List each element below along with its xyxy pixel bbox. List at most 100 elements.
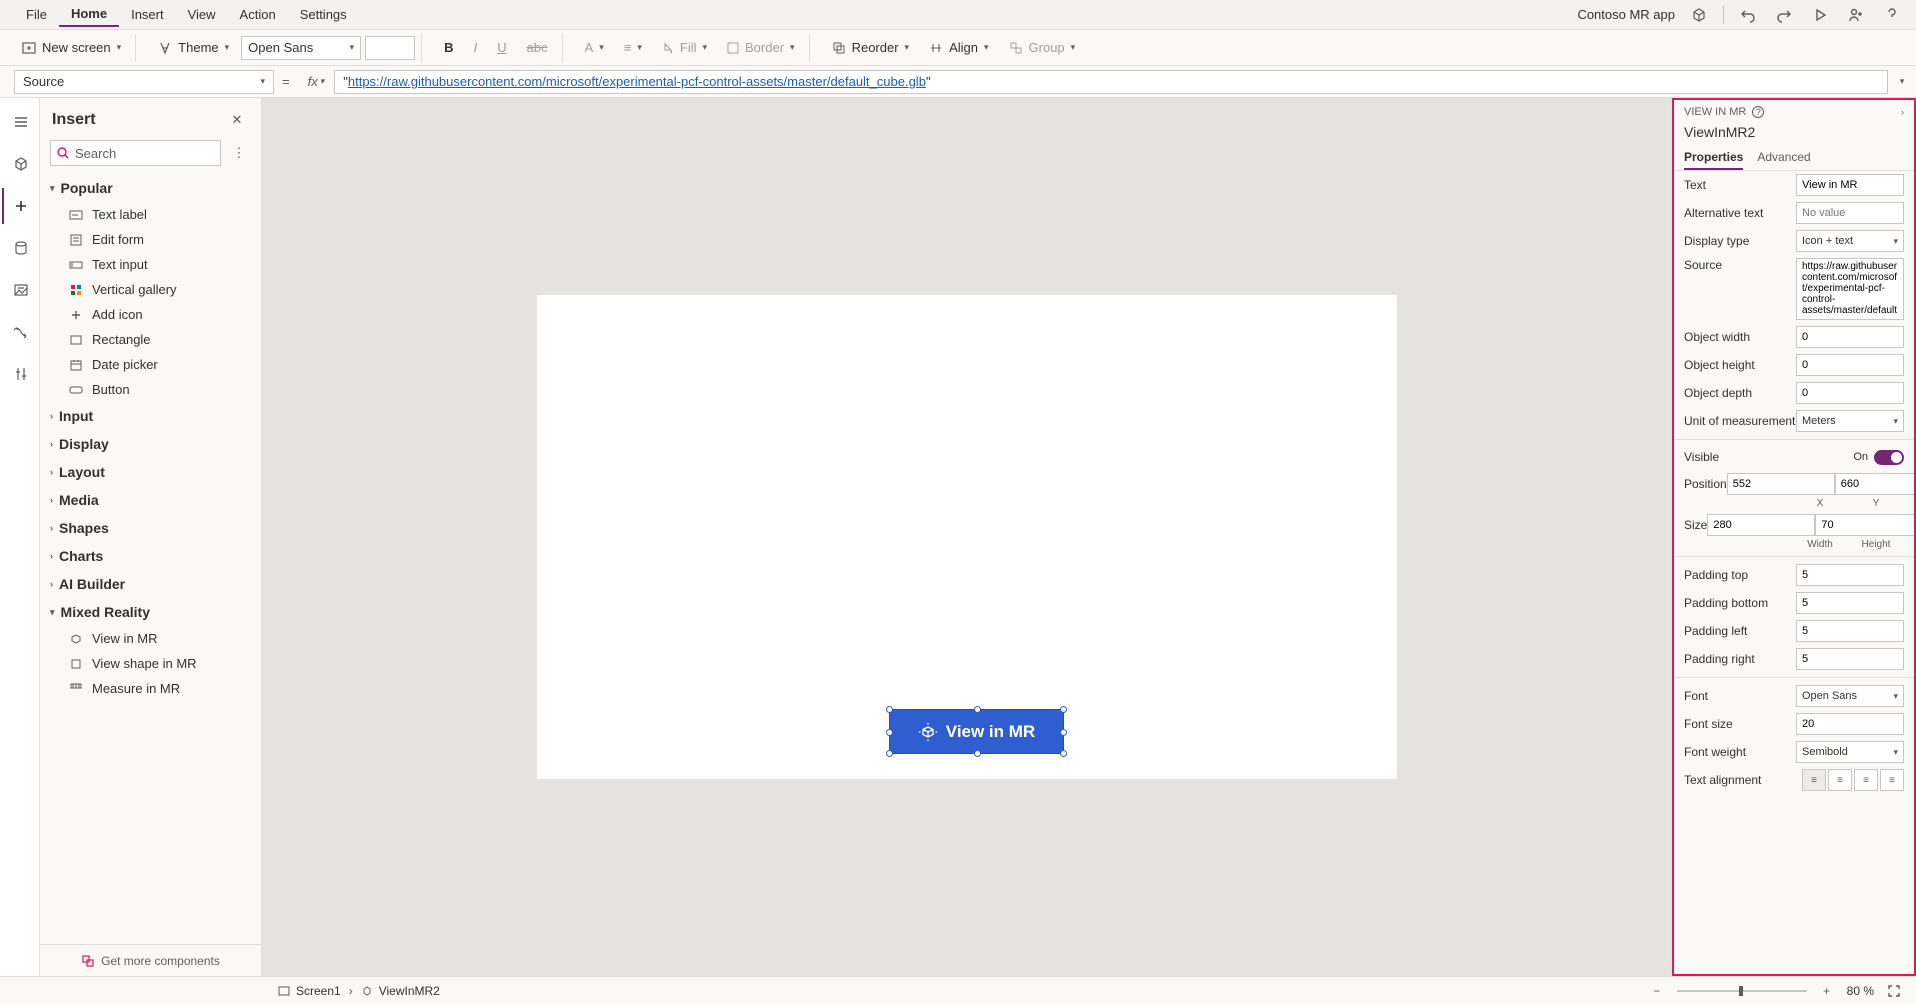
prop-pleft-input[interactable] [1796, 620, 1904, 642]
rail-advanced-button[interactable] [2, 356, 38, 392]
tab-action[interactable]: Action [228, 3, 288, 26]
formula-expand-button[interactable]: ▾ [1888, 76, 1916, 87]
rail-media-button[interactable] [2, 272, 38, 308]
tab-advanced[interactable]: Advanced [1757, 146, 1810, 170]
group-button[interactable]: Group▾ [1001, 37, 1084, 58]
prop-oheight-input[interactable] [1796, 354, 1904, 376]
prop-y-input[interactable] [1835, 473, 1916, 495]
insert-more-icon[interactable]: ⋮ [227, 141, 251, 165]
expand-icon[interactable]: › [1901, 107, 1904, 117]
item-edit-form[interactable]: Edit form [46, 227, 255, 252]
align-right-button[interactable]: ≡ [1854, 769, 1878, 791]
zoom-in-button[interactable]: + [1815, 979, 1839, 1003]
item-measure-in-mr[interactable]: Measure in MR [46, 676, 255, 701]
version-history-icon[interactable] [1687, 3, 1711, 27]
item-text-input[interactable]: Text input [46, 252, 255, 277]
theme-button[interactable]: Theme▾ [150, 37, 237, 58]
zoom-slider[interactable] [1677, 990, 1807, 992]
property-select[interactable]: Source▾ [14, 70, 274, 94]
tab-insert[interactable]: Insert [119, 3, 176, 26]
rail-tree-button[interactable] [2, 104, 38, 140]
share-icon[interactable] [1844, 3, 1868, 27]
rail-data-button[interactable] [2, 230, 38, 266]
rail-cube-button[interactable] [2, 146, 38, 182]
category-charts[interactable]: ›Charts [46, 542, 255, 570]
reorder-button[interactable]: Reorder▾ [824, 37, 918, 58]
view-in-mr-control[interactable]: View in MR [889, 709, 1064, 754]
prop-fweight-select[interactable]: Semibold▾ [1796, 741, 1904, 763]
zoom-out-button[interactable]: − [1645, 979, 1669, 1003]
rail-flow-button[interactable] [2, 314, 38, 350]
category-popular[interactable]: ▾Popular [46, 174, 255, 202]
prop-x-input[interactable] [1727, 473, 1835, 495]
font-color-button[interactable]: A▾ [577, 37, 612, 58]
underline-button[interactable]: U [489, 37, 514, 58]
prop-display-select[interactable]: Icon + text▾ [1796, 230, 1904, 252]
category-layout[interactable]: ›Layout [46, 458, 255, 486]
prop-owidth-input[interactable] [1796, 326, 1904, 348]
border-button[interactable]: Border▾ [719, 37, 803, 58]
prop-unit-select[interactable]: Meters▾ [1796, 410, 1904, 432]
item-view-in-mr[interactable]: View in MR [46, 626, 255, 651]
item-vertical-gallery[interactable]: Vertical gallery [46, 277, 255, 302]
canvas-area[interactable]: View in MR [262, 98, 1672, 976]
new-screen-button[interactable]: New screen▾ [14, 37, 129, 58]
prop-ptop-input[interactable] [1796, 564, 1904, 586]
prop-width-input[interactable] [1707, 514, 1815, 536]
align-button[interactable]: Align▾ [921, 37, 996, 58]
italic-button[interactable]: I [466, 37, 486, 58]
category-aibuilder[interactable]: ›AI Builder [46, 570, 255, 598]
prop-source-input[interactable]: https://raw.githubusercontent.com/micros… [1796, 258, 1904, 320]
item-view-shape-in-mr[interactable]: View shape in MR [46, 651, 255, 676]
canvas-screen[interactable]: View in MR [537, 295, 1397, 779]
font-select[interactable]: Open Sans▾ [241, 36, 361, 60]
font-size-input[interactable] [365, 36, 415, 60]
align-justify-button[interactable]: ≡ [1880, 769, 1904, 791]
align-left-button[interactable]: ≡ [1802, 769, 1826, 791]
prop-alt-input[interactable] [1796, 202, 1904, 224]
prop-visible-toggle[interactable] [1874, 450, 1904, 465]
redo-icon[interactable] [1772, 3, 1796, 27]
align-center-button[interactable]: ≡ [1828, 769, 1852, 791]
prop-text-input[interactable] [1796, 174, 1904, 196]
tab-properties[interactable]: Properties [1684, 146, 1743, 170]
tab-settings[interactable]: Settings [288, 3, 359, 26]
formula-bar: Source▾ = fx▾ "https://raw.githubusercon… [0, 66, 1916, 98]
item-button[interactable]: Button [46, 377, 255, 402]
prop-pbot-input[interactable] [1796, 592, 1904, 614]
play-icon[interactable] [1808, 3, 1832, 27]
item-rectangle[interactable]: Rectangle [46, 327, 255, 352]
fill-button[interactable]: Fill▾ [654, 37, 715, 58]
prop-pright-input[interactable] [1796, 648, 1904, 670]
status-bar: Screen1 › ViewInMR2 − + 80 % [0, 976, 1916, 1004]
prop-height-input[interactable] [1815, 514, 1916, 536]
item-text-label[interactable]: Text label [46, 202, 255, 227]
help-icon[interactable]: ? [1752, 106, 1764, 118]
formula-input[interactable]: "https://raw.githubusercontent.com/micro… [334, 70, 1888, 94]
rail-insert-button[interactable] [2, 188, 38, 224]
category-shapes[interactable]: ›Shapes [46, 514, 255, 542]
strikethrough-button[interactable]: abc [519, 37, 556, 58]
category-input[interactable]: ›Input [46, 402, 255, 430]
prop-odepth-input[interactable] [1796, 382, 1904, 404]
category-mixed-reality[interactable]: ▾Mixed Reality [46, 598, 255, 626]
get-more-components[interactable]: Get more components [40, 944, 261, 976]
close-icon[interactable]: ✕ [225, 108, 249, 132]
fit-screen-button[interactable] [1882, 979, 1906, 1003]
search-input[interactable]: Search [50, 140, 221, 166]
category-display[interactable]: ›Display [46, 430, 255, 458]
tab-view[interactable]: View [176, 3, 228, 26]
undo-icon[interactable] [1736, 3, 1760, 27]
category-media[interactable]: ›Media [46, 486, 255, 514]
bold-button[interactable]: B [436, 37, 461, 58]
tab-home[interactable]: Home [59, 2, 119, 27]
item-date-picker[interactable]: Date picker [46, 352, 255, 377]
breadcrumb-control[interactable]: ViewInMR2 [353, 984, 448, 998]
prop-font-select[interactable]: Open Sans▾ [1796, 685, 1904, 707]
help-icon[interactable] [1880, 3, 1904, 27]
text-align-button[interactable]: ≡▾ [616, 37, 650, 58]
prop-fsize-input[interactable] [1796, 713, 1904, 735]
item-add-icon[interactable]: Add icon [46, 302, 255, 327]
breadcrumb-screen[interactable]: Screen1 [270, 984, 349, 998]
tab-file[interactable]: File [14, 3, 59, 26]
